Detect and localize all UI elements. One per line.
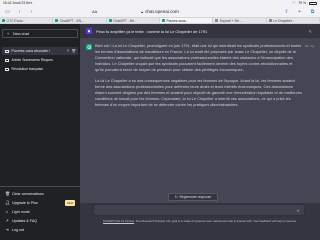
favicon	[2, 19, 5, 22]
browser-tabs: OTC Exclu... ChatGPT - EN... ChatGPT - R…	[0, 17, 320, 24]
updates-faq-link[interactable]: ↗ Updates & FAQ	[2, 217, 78, 225]
external-link-icon: ↗	[5, 218, 9, 223]
assistant-message: Bien sûr ! La loi Le Chapelier, promulgu…	[80, 38, 320, 203]
conversation-item[interactable]: Pourriez-vous résoudre l ✎ 🗑︎	[2, 47, 78, 55]
edit-message-icon[interactable]: ✎	[309, 29, 312, 34]
message-input[interactable]: ➤	[94, 205, 304, 215]
url-text: chat.openai.com	[145, 9, 179, 14]
new-badge: NEW	[65, 200, 75, 206]
plus-icon: +	[6, 30, 10, 36]
assistant-paragraph: La loi Le Chapelier a eu des conséquence…	[95, 78, 302, 107]
browser-toolbar: ▭ ‹ › AA 🔒︎ chat.openai.com ⇪ + ⧉	[0, 6, 320, 17]
tab-overview-icon[interactable]: ⧉	[309, 9, 316, 15]
browser-tab[interactable]: Le Chapelier...	[267, 18, 320, 23]
battery-icon	[309, 1, 317, 5]
composer: ➤ ChatGPT Feb 13 Version. Free Research …	[80, 203, 320, 240]
status-time: 15:42 Jeudi 23 févr.	[3, 1, 33, 5]
text-size-button[interactable]: AA	[92, 9, 97, 14]
browser-tab[interactable]: ChatGPT - EN...	[53, 18, 107, 23]
thumbs-up-icon[interactable]: 👍︎	[305, 44, 309, 48]
sun-icon: ☼	[5, 209, 9, 214]
new-chat-button[interactable]: + New chat	[2, 29, 78, 38]
openai-logo-icon	[86, 44, 92, 50]
trash-icon: 🗑︎	[5, 191, 11, 196]
user-message: ◼ Peux tu amplifier ça le texte : comme …	[80, 24, 320, 38]
send-icon[interactable]: ➤	[297, 208, 300, 213]
sidebar-toggle-icon[interactable]: ▭	[4, 9, 11, 15]
battery-percent: 79 %	[298, 1, 306, 5]
browser-tab[interactable]: OTC Exclu...	[0, 18, 54, 23]
message-feedback: 👍︎ 👎︎	[305, 44, 314, 48]
logout-icon: ⇥	[5, 227, 9, 232]
chat-bubble-icon	[5, 67, 9, 71]
favicon	[161, 19, 165, 22]
lock-icon: 🔒︎	[141, 9, 144, 14]
address-bar[interactable]: AA 🔒︎ chat.openai.com	[92, 8, 210, 15]
browser-tab[interactable]: Exposé + Ré...	[213, 18, 267, 23]
refresh-icon: ↻	[174, 195, 178, 199]
back-icon[interactable]: ‹	[16, 9, 23, 15]
user-avatar: ◼	[86, 28, 92, 34]
log-out-button[interactable]: ⇥ Log out	[2, 226, 78, 234]
thumbs-down-icon[interactable]: 👎︎	[310, 44, 314, 48]
wifi-icon: ◠	[292, 1, 296, 5]
favicon	[215, 19, 219, 22]
edit-icon[interactable]: ✎	[67, 49, 70, 53]
clear-conversations-button[interactable]: 🗑︎ Clear conversations	[2, 190, 78, 198]
chat-bubble-icon	[5, 58, 9, 62]
conversation-item[interactable]: Article Summaries Reques	[2, 56, 78, 64]
footer-disclaimer: ChatGPT Feb 13 Version. Free Research Pr…	[103, 219, 297, 223]
browser-tab[interactable]: ChatGPT - Re...	[107, 18, 160, 23]
delete-icon[interactable]: 🗑︎	[72, 49, 76, 53]
browser-tab-active[interactable]: Pouvez-vous...	[159, 18, 214, 23]
light-mode-button[interactable]: ☼ Light mode	[2, 208, 78, 216]
assistant-paragraph: Bien sûr ! La loi Le Chapelier, promulgu…	[95, 43, 302, 72]
chat-bubble-icon	[5, 49, 9, 53]
version-link[interactable]: ChatGPT Feb 13 Version	[103, 219, 134, 223]
favicon	[55, 19, 59, 22]
upgrade-plus-button[interactable]: 👤︎ Upgrade to Plus NEW	[2, 199, 78, 207]
share-icon[interactable]: ⇪	[283, 9, 290, 15]
favicon	[108, 19, 112, 22]
conversation-item[interactable]: Révolution française	[2, 65, 78, 73]
chat-main: ◼ Peux tu amplifier ça le texte : comme …	[80, 24, 320, 240]
assistant-message-text: Bien sûr ! La loi Le Chapelier, promulgu…	[95, 43, 302, 113]
user-message-text: Peux tu amplifier ça le texte : comme la…	[96, 28, 208, 34]
chat-sidebar: + New chat Pourriez-vous résoudre l ✎ 🗑︎…	[0, 24, 80, 240]
regenerate-button[interactable]: ↻ Regenerate response	[168, 193, 218, 201]
user-icon: 👤︎	[5, 200, 11, 205]
forward-icon[interactable]: ›	[28, 9, 35, 15]
sidebar-divider	[0, 186, 80, 187]
favicon	[268, 19, 272, 22]
new-tab-icon[interactable]: +	[296, 9, 303, 15]
